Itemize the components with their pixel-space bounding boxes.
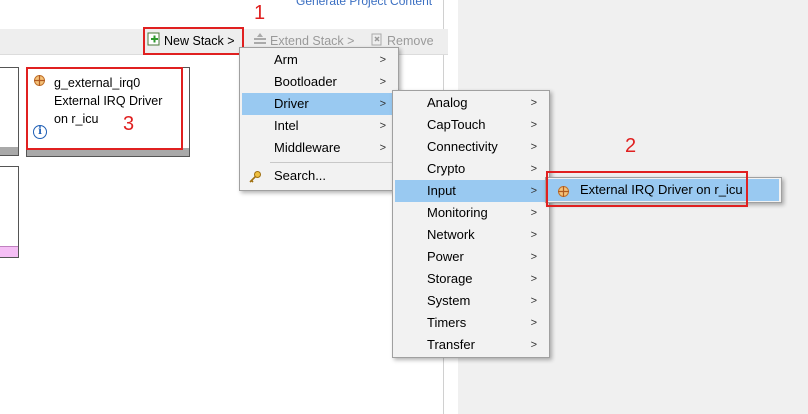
- stack-block-partial[interactable]: [0, 67, 19, 156]
- menu-item-arm[interactable]: Arm >: [242, 49, 396, 71]
- menu-item-connectivity[interactable]: Connectivity >: [395, 136, 547, 158]
- annotation-box-2: [546, 171, 748, 207]
- menu-separator: [270, 162, 394, 163]
- chevron-right-icon: >: [530, 251, 537, 263]
- menu-item-transfer[interactable]: Transfer >: [395, 334, 547, 356]
- annotation-label-3: 3: [123, 113, 135, 135]
- chevron-right-icon: >: [530, 207, 537, 219]
- chevron-right-icon: >: [379, 98, 386, 110]
- chevron-right-icon: >: [530, 317, 537, 329]
- menu-item-storage[interactable]: Storage >: [395, 268, 547, 290]
- menu-item-timers[interactable]: Timers >: [395, 312, 547, 334]
- menu-item-network[interactable]: Network >: [395, 224, 547, 246]
- menu-item-captouch[interactable]: CapTouch >: [395, 114, 547, 136]
- chevron-right-icon: >: [530, 163, 537, 175]
- menu-item-monitoring[interactable]: Monitoring >: [395, 202, 547, 224]
- search-key-icon: [248, 169, 262, 191]
- chevron-right-icon: >: [530, 229, 537, 241]
- annotation-box-3: [26, 67, 183, 150]
- menu-item-middleware[interactable]: Middleware >: [242, 137, 396, 159]
- driver-submenu: Analog > CapTouch > Connectivity > Crypto > …: [392, 90, 550, 358]
- new-stack-menu: Arm > Bootloader > Driver > Intel > Middlewa…: [239, 47, 399, 191]
- chevron-right-icon: >: [530, 141, 537, 153]
- annotation-label-1: 1: [254, 2, 266, 24]
- menu-item-bootloader[interactable]: Bootloader >: [242, 71, 396, 93]
- chevron-right-icon: >: [379, 142, 386, 154]
- annotation-box-1: [143, 27, 244, 55]
- menu-item-intel[interactable]: Intel >: [242, 115, 396, 137]
- menu-item-analog[interactable]: Analog >: [395, 92, 547, 114]
- menu-item-power[interactable]: Power >: [395, 246, 547, 268]
- chevron-right-icon: >: [379, 76, 386, 88]
- chevron-right-icon: >: [379, 54, 386, 66]
- generate-project-content-link[interactable]: Generate Project Content: [296, 0, 432, 8]
- chevron-right-icon: >: [530, 119, 537, 131]
- chevron-right-icon: >: [530, 339, 537, 351]
- chevron-right-icon: >: [530, 97, 537, 109]
- chevron-right-icon: >: [530, 273, 537, 285]
- menu-item-search[interactable]: Search...: [242, 165, 396, 187]
- stack-block-partial-2[interactable]: [0, 166, 19, 258]
- chevron-right-icon: >: [530, 185, 537, 197]
- menu-item-crypto[interactable]: Crypto >: [395, 158, 547, 180]
- menu-item-system[interactable]: System >: [395, 290, 547, 312]
- menu-item-input[interactable]: Input >: [395, 180, 547, 202]
- annotation-label-2: 2: [625, 135, 637, 157]
- extend-stack-label: Extend Stack >: [270, 34, 355, 48]
- menu-item-driver[interactable]: Driver >: [242, 93, 396, 115]
- remove-label: Remove: [387, 34, 434, 48]
- chevron-right-icon: >: [530, 295, 537, 307]
- chevron-right-icon: >: [379, 120, 386, 132]
